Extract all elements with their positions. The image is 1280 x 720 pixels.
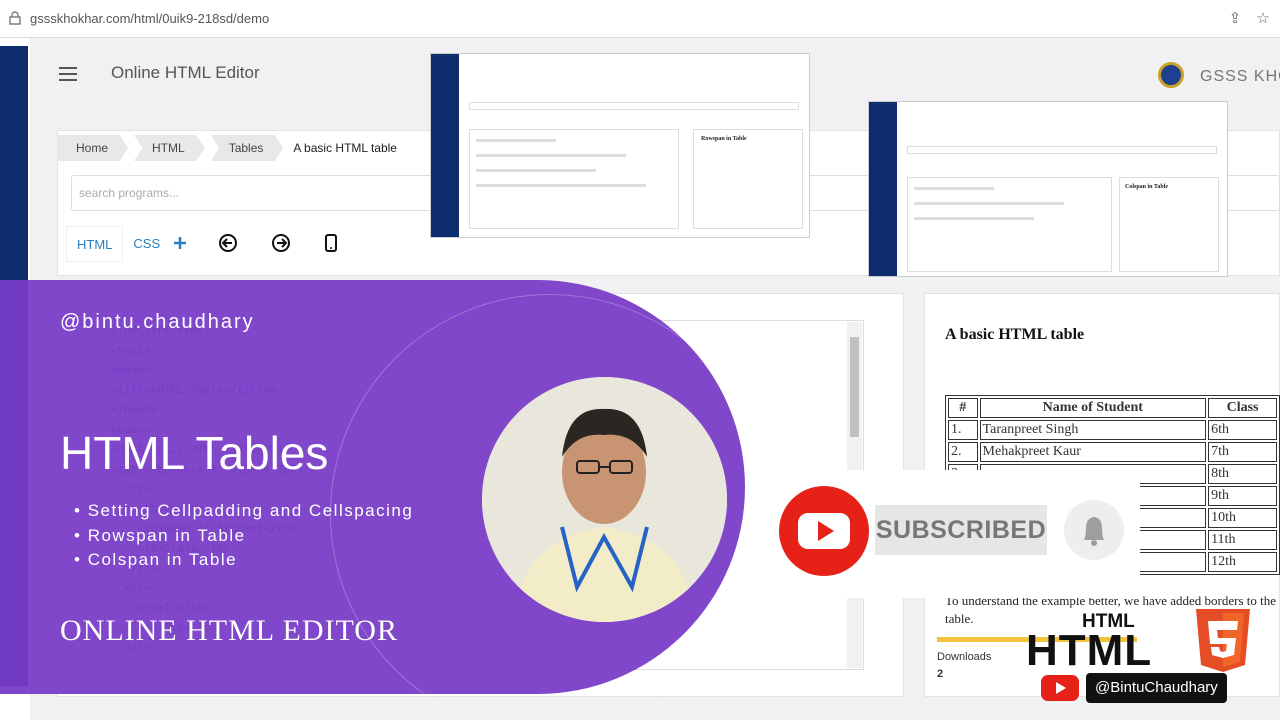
table-cell: 2. <box>948 442 978 462</box>
topic-item: Colspan in Table <box>74 548 413 573</box>
add-icon[interactable] <box>170 233 190 253</box>
topic-list: Setting Cellpadding and Cellspacing Rows… <box>74 499 413 573</box>
tab-css[interactable]: CSS <box>123 226 170 262</box>
app-title: Online HTML Editor <box>111 63 260 82</box>
html5-text: HTML <box>1026 626 1153 675</box>
editor-tabs: HTML CSS <box>66 226 170 262</box>
youtube-play-icon[interactable] <box>778 485 870 577</box>
breadcrumb-home[interactable]: Home <box>58 135 129 161</box>
table-row: 1. Taranpreet Singh 6th <box>948 420 1277 440</box>
table-cell: 10th <box>1208 508 1277 528</box>
table-row: 2. Mehakpreet Kaur 7th <box>948 442 1277 462</box>
mobile-view-icon[interactable] <box>321 233 341 253</box>
topic-item: Setting Cellpadding and Cellspacing <box>74 499 413 524</box>
table-header: # <box>948 398 978 418</box>
subscribed-label[interactable]: SUBSCRIBED <box>875 505 1047 555</box>
table-cell: 1. <box>948 420 978 440</box>
video-title: HTML Tables <box>60 427 329 479</box>
author-handle: @bintu.chaudhary <box>60 311 255 333</box>
thumbnail-colspan-title: Colspan in Table <box>1125 184 1169 190</box>
table-cell: 9th <box>1208 486 1277 506</box>
school-logo <box>1158 62 1184 88</box>
tab-html[interactable]: HTML <box>66 226 124 262</box>
online-editor-label: ONLINE HTML EDITOR <box>60 614 398 647</box>
table-cell: Mehakpreet Kaur <box>979 442 1207 462</box>
table-cell: 12th <box>1208 552 1277 572</box>
presenter-photo <box>482 377 727 622</box>
address-bar[interactable]: gssskhokhar.com/html/0uik9-218sd/demo ⇪ … <box>0 0 1280 38</box>
channel-badge: @BintuChaudhary <box>1086 673 1227 703</box>
breadcrumb-html[interactable]: HTML <box>134 135 205 161</box>
table-header: Class <box>1208 398 1277 418</box>
lock-icon <box>9 11 21 25</box>
star-icon[interactable]: ☆ <box>1254 9 1272 27</box>
youtube-icon[interactable] <box>1041 675 1079 701</box>
breadcrumb-current: A basic HTML table <box>293 141 397 155</box>
downloads-label: Downloads <box>937 651 992 663</box>
forward-arrow-icon[interactable] <box>271 233 291 253</box>
share-icon[interactable]: ⇪ <box>1226 9 1244 27</box>
hamburger-menu-icon[interactable] <box>59 67 77 81</box>
breadcrumb-tables[interactable]: Tables <box>210 135 284 161</box>
table-cell: Taranpreet Singh <box>979 420 1207 440</box>
table-cell: 11th <box>1208 530 1277 550</box>
output-heading: A basic HTML table <box>945 326 1085 343</box>
breadcrumb: Home HTML Tables A basic HTML table <box>58 135 423 161</box>
thumbnail-rowspan-title: Rowspan in Table <box>701 136 747 142</box>
school-name: GSSS KHOK <box>1200 68 1280 85</box>
thumbnail-colspan: Colspan in Table <box>868 101 1228 277</box>
table-cell: 7th <box>1208 442 1277 462</box>
html5-logo-icon <box>1196 609 1250 672</box>
url-text[interactable]: gssskhokhar.com/html/0uik9-218sd/demo <box>30 11 269 26</box>
table-cell: 8th <box>1208 464 1277 484</box>
topic-item: Rowspan in Table <box>74 524 413 549</box>
back-arrow-icon[interactable] <box>218 233 238 253</box>
downloads-value: 2 <box>937 668 944 680</box>
table-cell: 6th <box>1208 420 1277 440</box>
bell-icon[interactable] <box>1064 500 1124 560</box>
table-header: Name of Student <box>979 398 1207 418</box>
thumbnail-rowspan: Rowspan in Table <box>430 53 810 238</box>
